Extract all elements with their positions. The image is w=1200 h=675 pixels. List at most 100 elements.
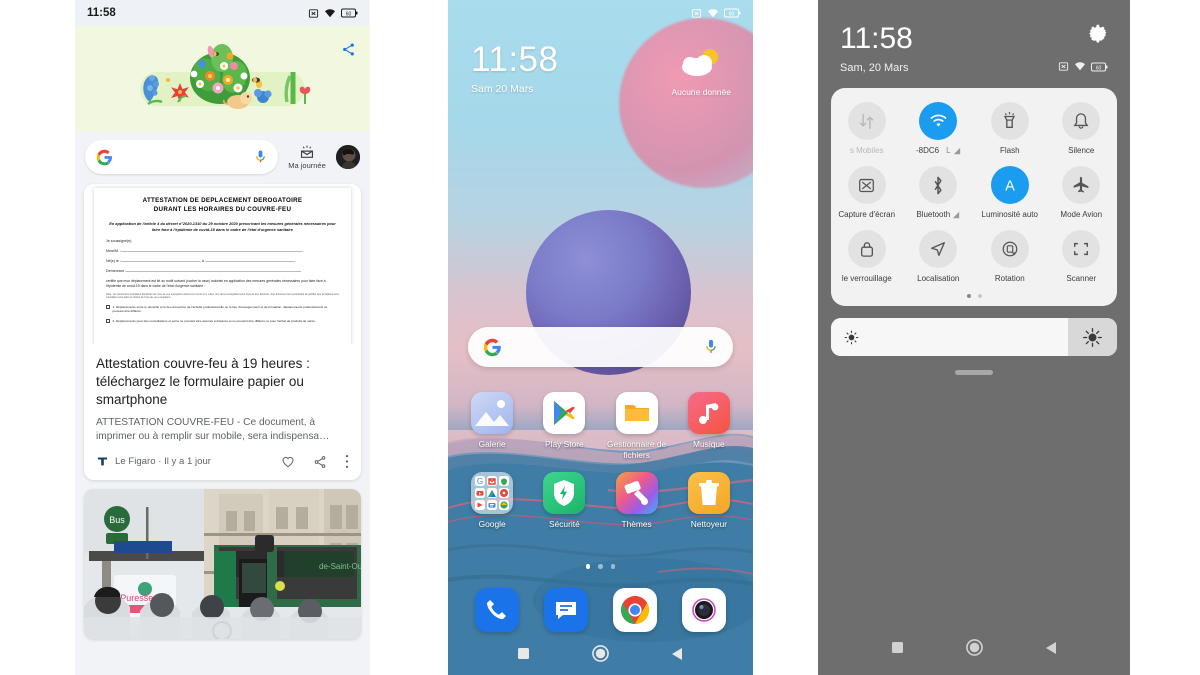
article-source: Le Figaro · Il y a 1 jour: [115, 456, 211, 467]
avatar[interactable]: [336, 145, 360, 169]
chrome-icon[interactable]: [613, 588, 658, 632]
doc-field-1: Mme/M. :: [106, 249, 339, 253]
screenshot-icon: [859, 178, 875, 192]
tile-scanner[interactable]: Scanner: [1047, 230, 1115, 283]
app-musique[interactable]: Musique: [678, 392, 740, 460]
tile-label: Capture d'écran: [838, 210, 896, 219]
tile-label: Flash: [999, 146, 1020, 155]
article-timestamp: Il y a 1 jour: [164, 456, 212, 468]
screenshot-stage: 11:58 60 Ma journée ATTESTATION DE DEPLA…: [0, 0, 1200, 675]
page-dot-2[interactable]: [598, 564, 603, 569]
brightness-high-icon: [1083, 327, 1102, 347]
google-logo-icon: [96, 149, 112, 165]
tile-flash[interactable]: Flash: [976, 102, 1044, 155]
heart-icon[interactable]: [281, 455, 295, 469]
battery-icon: 60: [1091, 62, 1108, 71]
app-galerie[interactable]: Galerie: [461, 392, 523, 460]
more-options-icon[interactable]: [345, 454, 349, 469]
tile-localisation[interactable]: Localisation: [904, 230, 972, 283]
control-center-header: 11:58 Sam, 20 Mars 60: [818, 0, 1130, 74]
camera-icon[interactable]: [682, 588, 727, 632]
phone-3-control-center: 11:58 Sam, 20 Mars 60 s Mobiles -8DC6 L …: [818, 0, 1130, 675]
page-dot-1[interactable]: [585, 564, 591, 569]
weather-widget[interactable]: Aucune donnée: [671, 48, 731, 97]
message-glyph: [555, 602, 576, 619]
tile-donnees-mobiles[interactable]: s Mobiles: [833, 102, 901, 155]
doc-body-text: certifie que mon déplacement est lié au …: [106, 278, 326, 288]
discover-article-card[interactable]: ATTESTATION DE DEPLACEMENT DEROGATOIRE D…: [84, 184, 361, 481]
microphone-icon[interactable]: [704, 338, 718, 357]
spring-flowers-doodle: [139, 43, 310, 109]
app-gestionnaire-fichiers[interactable]: Gestionnaire de fichiers: [606, 392, 668, 460]
tile-rotation[interactable]: Rotation: [976, 230, 1044, 283]
home-button[interactable]: [592, 645, 609, 667]
share-icon[interactable]: [313, 455, 327, 469]
recents-button[interactable]: [518, 647, 530, 665]
tile-label-wrap: Bluetooth: [916, 210, 960, 219]
app-play-store[interactable]: Play Store: [533, 392, 595, 460]
tile-verrouillage[interactable]: le verrouillage: [833, 230, 901, 283]
status-icons: 60: [308, 8, 358, 19]
no-sim-icon: [308, 8, 319, 18]
tile-capture-ecran[interactable]: Capture d'écran: [833, 166, 901, 219]
header-time: 11:58: [840, 22, 913, 55]
panel-dot-1[interactable]: [966, 294, 971, 298]
discover-search-row: Ma journée: [75, 131, 370, 184]
tile-label: Bluetooth: [916, 210, 951, 219]
app-themes[interactable]: Thèmes: [606, 472, 668, 530]
svg-text:Bus: Bus: [109, 515, 125, 525]
rotation-icon-circle: [990, 230, 1029, 268]
article-text-body: Attestation couvre-feu à 19 heures : tél…: [84, 344, 361, 444]
google-search-widget[interactable]: [468, 327, 733, 367]
tile-bluetooth[interactable]: Bluetooth: [904, 166, 972, 219]
folder-glyph: [624, 405, 649, 421]
article-thumbnail: ATTESTATION DE DEPLACEMENT DEROGATOIRE D…: [84, 184, 361, 344]
tile-wifi[interactable]: -8DC6 L: [904, 102, 972, 155]
panel-drag-handle[interactable]: [955, 370, 993, 375]
photo-article-card[interactable]: Bus de-Saint-Ouen Puressentiel: [84, 489, 361, 640]
app-securite[interactable]: Sécurité: [533, 472, 595, 530]
home-button[interactable]: [965, 639, 983, 661]
recents-button[interactable]: [891, 641, 904, 659]
doc-checkbox-row-2: 2. Déplacements pour des consultations e…: [106, 319, 339, 323]
le-figaro-logo-icon: [96, 455, 109, 468]
tile-mode-avion[interactable]: Mode Avion: [1047, 166, 1115, 219]
panel-dot-2[interactable]: [977, 294, 982, 298]
paris-bus-stop-photo: Bus de-Saint-Ouen Puressentiel: [84, 489, 361, 640]
figaro-mark: [97, 457, 108, 466]
app-label: Nettoyeur: [690, 519, 728, 529]
back-button[interactable]: [671, 647, 683, 666]
home-clock-widget[interactable]: 11:58 Sam 20 Mars: [471, 42, 559, 95]
my-day-button[interactable]: Ma journée: [286, 145, 328, 170]
tile-luminosite-auto[interactable]: A Luminosité auto: [976, 166, 1044, 219]
phone1-status-bar: 11:58 60: [75, 0, 370, 26]
app-label: Google: [478, 519, 506, 529]
gear-icon[interactable]: [1089, 24, 1108, 43]
wifi-icon: [708, 8, 718, 17]
header-clock: 11:58 Sam, 20 Mars: [840, 22, 913, 75]
app-google-folder[interactable]: G Google: [461, 472, 523, 530]
paint-roller-glyph: [624, 481, 648, 505]
no-sim-icon: [1058, 62, 1069, 71]
file-manager-icon: [615, 392, 658, 434]
app-row-1: Galerie Play Store Gestionnaire de fichi…: [448, 392, 753, 460]
messages-icon[interactable]: [543, 588, 588, 632]
bluetooth-icon-circle: [919, 166, 958, 204]
app-label: Play Store: [545, 439, 584, 449]
app-nettoyeur[interactable]: Nettoyeur: [678, 472, 740, 530]
back-button[interactable]: [1045, 641, 1057, 660]
tile-label: Rotation: [994, 274, 1025, 283]
google-doodle-banner[interactable]: [75, 26, 370, 131]
tile-silence[interactable]: Silence: [1047, 102, 1115, 155]
svg-text:A: A: [1005, 178, 1015, 194]
share-icon[interactable]: [341, 42, 356, 57]
page-dot-3[interactable]: [610, 564, 616, 569]
google-search-bar[interactable]: [85, 140, 278, 174]
flashlight-icon-circle: [990, 102, 1029, 140]
article-snippet: ATTESTATION COUVRE-FEU - Ce document, à …: [96, 417, 330, 443]
microphone-icon[interactable]: [254, 149, 267, 166]
scanner-icon: [1074, 242, 1089, 256]
phone-icon[interactable]: [474, 588, 519, 632]
brightness-slider[interactable]: [831, 318, 1117, 356]
music-note-glyph: [698, 403, 719, 424]
